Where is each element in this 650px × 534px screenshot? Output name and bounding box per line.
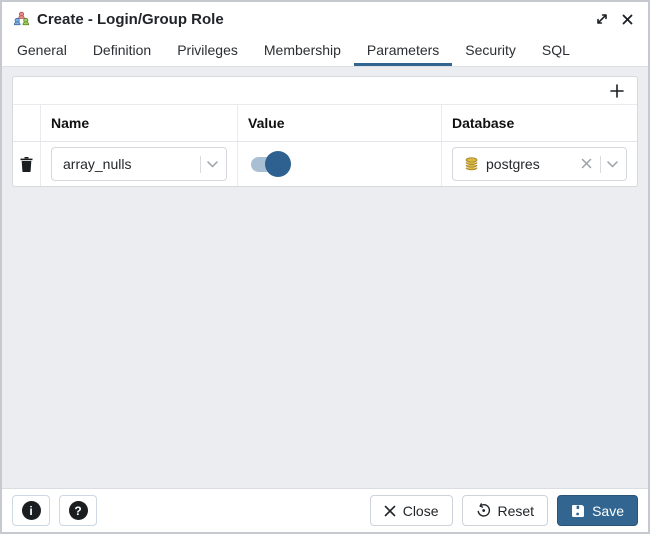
expand-icon[interactable] [593,10,611,28]
parameters-panel: Name Value Database array_nulls [2,67,648,488]
row-value-cell [238,142,442,186]
info-icon: i [22,501,41,520]
dialog-titlebar: Create - Login/Group Role [2,2,648,36]
sql-help-button[interactable]: i [12,495,50,526]
parameters-table-toolbar [13,77,637,105]
x-clear-icon[interactable] [579,156,594,172]
dialog-tabs: General Definition Privileges Membership… [2,36,648,67]
parameter-name-select[interactable]: array_nulls [51,147,227,181]
toggle-knob [265,151,291,177]
tab-parameters[interactable]: Parameters [354,36,452,66]
add-row-button[interactable] [609,83,625,99]
tab-security[interactable]: Security [452,36,529,66]
select-divider [200,156,201,173]
close-icon[interactable] [618,10,636,28]
dialog-footer: i ? Close Reset Sav [2,488,648,532]
header-name: Name [41,105,238,141]
save-button[interactable]: Save [557,495,638,526]
tab-general[interactable]: General [4,36,80,66]
value-toggle[interactable] [251,151,291,177]
header-value: Value [238,105,442,141]
close-button[interactable]: Close [370,495,453,526]
database-icon [464,157,479,172]
row-database-cell: postgres [442,142,637,186]
dialog-title: Create - Login/Group Role [37,11,224,28]
login-group-role-icon [12,10,30,28]
tab-privileges[interactable]: Privileges [164,36,251,66]
close-x-icon [384,505,396,517]
tab-membership[interactable]: Membership [251,36,354,66]
table-row: array_nulls [13,142,637,186]
database-value: postgres [486,156,579,172]
chevron-down-icon[interactable] [207,161,218,168]
reset-icon [476,503,491,518]
row-name-cell: array_nulls [41,142,238,186]
dialog-help-button[interactable]: ? [59,495,97,526]
delete-row-button[interactable] [18,155,35,174]
header-delete-column [13,105,41,141]
table-header-row: Name Value Database [13,105,637,142]
save-icon [571,504,585,518]
tab-definition[interactable]: Definition [80,36,164,66]
reset-button[interactable]: Reset [462,495,549,526]
database-select[interactable]: postgres [452,147,627,181]
select-divider [600,156,601,173]
question-icon: ? [69,501,88,520]
tab-sql[interactable]: SQL [529,36,583,66]
close-button-label: Close [403,503,439,519]
reset-button-label: Reset [498,503,535,519]
header-database: Database [442,105,637,141]
parameters-table: Name Value Database array_nulls [12,76,638,187]
parameter-name-value: array_nulls [63,156,194,172]
chevron-down-icon[interactable] [607,161,618,168]
save-button-label: Save [592,503,624,519]
row-delete-cell [13,142,41,186]
